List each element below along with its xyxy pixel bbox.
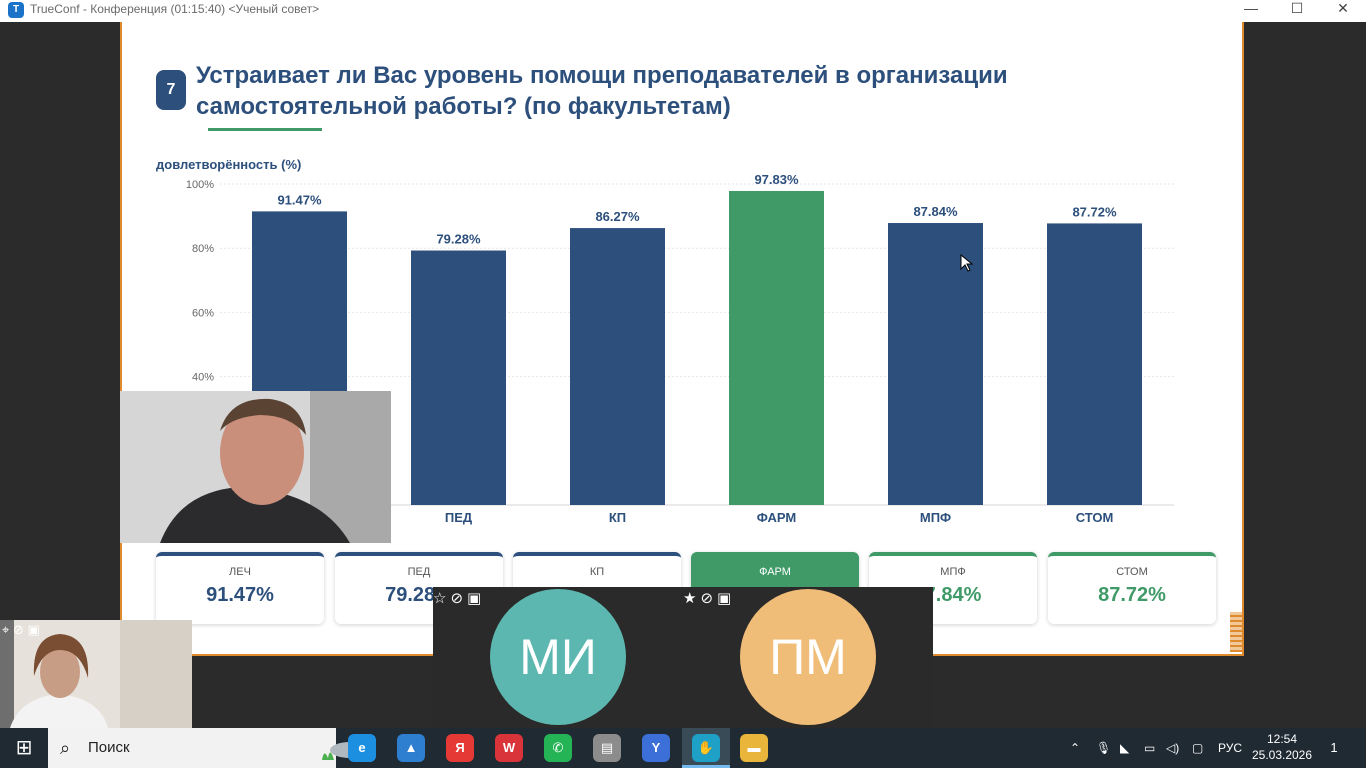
card-label: СТОМ <box>1116 566 1148 578</box>
bar-value-label: 87.72% <box>1072 204 1117 219</box>
star-icon[interactable]: ★ <box>683 590 700 607</box>
search-icon: ⌕ <box>60 738 71 758</box>
participant-avatar-pm[interactable]: ПМ <box>740 589 876 725</box>
speaker-silhouette <box>120 391 391 543</box>
taskbar: ⊞ ⌕ Поиск e ▲ Я W ✆ ▤ Y ✋ ▬ ⌃ 🎙 ◣ ▭ ◁) ▢ РУС 12:… <box>0 728 1366 768</box>
system-clock[interactable]: 12:54 25.03.2026 <box>1250 731 1314 763</box>
app-tray-icon[interactable]: ◣ <box>1120 728 1129 768</box>
self-video[interactable]: ⌖ ⊘ ▣ <box>0 620 192 728</box>
card-value: 91.47% <box>206 584 274 606</box>
maximize-button[interactable]: ☐ <box>1274 0 1320 22</box>
minimize-button[interactable]: — <box>1228 0 1274 22</box>
chart-bar <box>570 228 665 505</box>
y-tick-label: 40% <box>192 372 214 384</box>
edge-icon[interactable]: e <box>348 734 376 762</box>
card-label: ПЕД <box>407 566 431 578</box>
summary-card-stom: СТОМ 87.72% <box>1048 552 1216 624</box>
close-button[interactable]: ✕ <box>1320 0 1366 22</box>
network-icon[interactable]: ▢ <box>1192 728 1203 768</box>
search-placeholder: Поиск <box>88 739 130 756</box>
self-tile-icons: ⌖ ⊘ ▣ <box>2 622 40 638</box>
summary-card-lech: ЛЕЧ 91.47% <box>156 552 324 624</box>
explorer-icon[interactable]: ▬ <box>740 734 768 762</box>
chart-bar <box>888 223 983 505</box>
shared-slide: 40% 60% 80% 100% довлетворённость (%) 91.47% 7… <box>120 22 1244 656</box>
whatsapp-icon[interactable]: ✆ <box>544 734 572 762</box>
slide-edge-decoration <box>1230 612 1242 652</box>
bar-value-label: 79.28% <box>436 232 481 247</box>
volume-icon[interactable]: ◁) <box>1166 728 1179 768</box>
star-icon[interactable]: ☆ <box>433 590 450 607</box>
yandex-icon[interactable]: Я <box>446 734 474 762</box>
x-tick-label: ФАРМ <box>757 510 797 525</box>
mic-off-icon[interactable]: ⊘ <box>13 622 24 637</box>
clock-time: 12:54 <box>1266 732 1298 746</box>
card-label: МПФ <box>940 566 966 578</box>
camera-off-icon[interactable]: ▣ <box>27 622 39 637</box>
camera-off-icon[interactable]: ▣ <box>717 590 735 607</box>
bar-value-label: 86.27% <box>595 209 640 224</box>
battery-icon[interactable]: ▭ <box>1144 728 1155 768</box>
slide-title-line1: Устраивает ли Вас уровень помощи препода… <box>196 62 1008 89</box>
participants-panel: ☆⊘▣ МИ ★⊘▣ ПМ <box>433 587 933 728</box>
title-underline <box>208 128 322 131</box>
participant-pm-icons: ★⊘▣ <box>683 589 735 607</box>
trueconf-icon: T <box>8 2 24 18</box>
x-tick-label: КП <box>609 510 626 525</box>
clock-date: 25.03.2026 <box>1251 748 1313 762</box>
wps-icon[interactable]: W <box>495 734 523 762</box>
scanner-icon[interactable]: ▤ <box>593 734 621 762</box>
chevron-up-icon[interactable]: ⌃ <box>1070 728 1080 768</box>
mic-off-icon[interactable]: ⊘ <box>450 590 467 607</box>
card-label: ФАРМ <box>759 566 791 578</box>
bar-value-label: 87.84% <box>913 204 958 219</box>
y-tick-label: 60% <box>192 307 214 319</box>
photos-icon[interactable]: ▲ <box>397 734 425 762</box>
taskbar-search[interactable]: ⌕ Поиск <box>48 728 370 768</box>
slide-title-line2: самостоятельной работы? (по факультетам) <box>196 93 731 120</box>
card-label: ЛЕЧ <box>229 566 251 578</box>
y-tick-label: 80% <box>192 243 214 255</box>
chart-bar <box>729 190 824 505</box>
microphone-icon[interactable]: 🎙 <box>1096 728 1111 768</box>
notifications-count: 1 <box>1330 740 1338 755</box>
trueconf-taskbar-icon[interactable]: ✋ <box>692 734 720 762</box>
bar-value-label: 91.47% <box>277 192 322 207</box>
x-tick-label: СТОМ <box>1076 510 1114 525</box>
bar-value-label: 97.83% <box>754 172 799 187</box>
camera-off-icon[interactable]: ▣ <box>467 590 485 607</box>
question-number-badge: 7 <box>156 70 186 110</box>
slide-title: Устраивает ли Вас уровень помощи препода… <box>196 60 1156 122</box>
mic-off-icon[interactable]: ⊘ <box>700 590 717 607</box>
notifications-icon[interactable]: 1 <box>1322 736 1346 760</box>
windows-start-icon[interactable]: ⊞ <box>0 728 48 768</box>
participant-mi-icons: ☆⊘▣ <box>433 589 485 607</box>
card-value: 87.72% <box>1098 584 1166 606</box>
speaker-video[interactable] <box>120 391 391 543</box>
chart-bar <box>411 250 506 505</box>
pin-icon[interactable]: ⌖ <box>2 622 9 637</box>
window-title: TrueConf - Конференция (01:15:40) <Учены… <box>30 2 320 16</box>
yandex-browser-icon[interactable]: Y <box>642 734 670 762</box>
y-axis-label: довлетворённость (%) <box>156 157 301 172</box>
card-label: КП <box>589 566 605 578</box>
chart-bar <box>1047 223 1142 505</box>
x-tick-label: ПЕД <box>445 510 473 525</box>
language-indicator[interactable]: РУС <box>1218 728 1242 768</box>
participant-avatar-mi[interactable]: МИ <box>490 589 626 725</box>
x-tick-label: МПФ <box>920 510 951 525</box>
y-tick-label: 100% <box>186 179 214 191</box>
window-titlebar: T TrueConf - Конференция (01:15:40) <Уче… <box>0 0 1366 22</box>
